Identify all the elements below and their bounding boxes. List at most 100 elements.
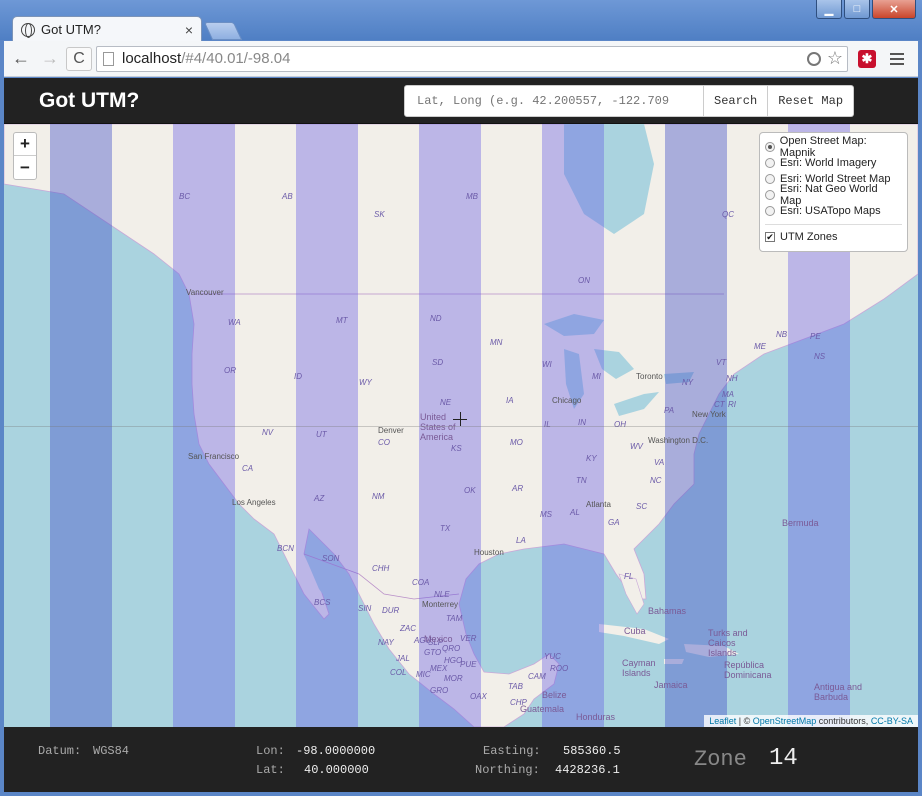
country-label: Turks and Caicos Islands bbox=[708, 628, 748, 658]
reload-button[interactable]: C bbox=[66, 46, 92, 71]
radio-icon[interactable] bbox=[765, 174, 775, 184]
attribution-separator: | © bbox=[736, 716, 753, 726]
close-window-button[interactable]: ✕ bbox=[872, 0, 916, 19]
map-label: NE bbox=[440, 398, 452, 407]
city-label: Vancouver bbox=[186, 288, 224, 297]
url-host: localhost bbox=[122, 50, 182, 67]
map-label: QC bbox=[722, 210, 734, 219]
extension-icon[interactable]: ✱ bbox=[858, 49, 876, 68]
map-label: WI bbox=[542, 360, 552, 369]
magnifier-icon[interactable] bbox=[806, 51, 821, 66]
city-label: Chicago bbox=[552, 396, 582, 405]
country-label: República Dominicana bbox=[724, 660, 772, 680]
zone-label: Zone bbox=[694, 747, 747, 772]
map-label: MS bbox=[540, 510, 552, 519]
layer-option-osm[interactable]: Open Street Map: Mapnik bbox=[765, 135, 902, 159]
overlay-label: UTM Zones bbox=[780, 231, 838, 243]
map-label: NLE bbox=[434, 590, 450, 599]
layer-divider bbox=[765, 224, 902, 225]
radio-icon[interactable] bbox=[765, 206, 775, 216]
checkbox-checked-icon[interactable]: ✔ bbox=[765, 232, 775, 242]
map-label: NB bbox=[776, 330, 788, 339]
map-label: MIC bbox=[416, 670, 431, 679]
country-label: Bahamas bbox=[648, 606, 687, 616]
map-label: NC bbox=[650, 476, 662, 485]
browser-menu-icon[interactable] bbox=[890, 52, 904, 65]
map-label: BC bbox=[179, 192, 191, 201]
map-label: OK bbox=[464, 486, 476, 495]
map-label: NV bbox=[262, 428, 274, 437]
map-label: VER bbox=[460, 634, 477, 643]
datum-label: Datum: bbox=[38, 744, 82, 758]
map-label: GTO bbox=[424, 648, 442, 657]
map-label: ME bbox=[754, 342, 766, 351]
northing-value: 4428236.1 bbox=[555, 763, 620, 777]
address-bar[interactable]: localhost /#4/40.01/-98.04 ☆ bbox=[96, 45, 848, 72]
layer-option-natgeo[interactable]: Esri: Nat Geo World Map bbox=[765, 183, 902, 207]
map-label: AL bbox=[570, 508, 580, 517]
map-label: AZ bbox=[314, 494, 325, 503]
map-label: NAY bbox=[378, 638, 394, 647]
map-label: MB bbox=[466, 192, 478, 201]
map-label: CA bbox=[242, 464, 254, 473]
map-label: GA bbox=[608, 518, 620, 527]
coordinates-footer: Datum: WGS84 Lon: -98.0000000 Lat: 40.00… bbox=[4, 727, 918, 792]
map-label: QRO bbox=[442, 644, 461, 653]
city-label: Washington D.C. bbox=[648, 436, 709, 445]
osm-link[interactable]: OpenStreetMap bbox=[753, 716, 817, 726]
minimize-button[interactable]: ▁ bbox=[816, 0, 842, 19]
map-label: RI bbox=[728, 400, 736, 409]
browser-toolbar: ← → C localhost /#4/40.01/-98.04 ☆ ✱ bbox=[4, 41, 918, 77]
map-label: TN bbox=[576, 476, 587, 485]
radio-icon[interactable] bbox=[765, 190, 775, 200]
map-label: OR bbox=[224, 366, 236, 375]
northing-label: Northing: bbox=[475, 763, 540, 777]
city-label: Denver bbox=[378, 426, 404, 435]
map-label: MO bbox=[510, 438, 523, 447]
radio-icon[interactable] bbox=[765, 158, 775, 168]
map-label: CT bbox=[714, 400, 725, 409]
map-label: NS bbox=[814, 352, 826, 361]
datum-value: WGS84 bbox=[93, 744, 130, 758]
tab-close-icon[interactable]: × bbox=[185, 22, 193, 38]
search-button[interactable]: Search bbox=[704, 85, 769, 117]
map-label: OAX bbox=[470, 692, 487, 701]
map-label: SON bbox=[322, 554, 340, 563]
page-icon bbox=[103, 51, 114, 66]
leaflet-link[interactable]: Leaflet bbox=[709, 716, 736, 726]
radio-selected-icon[interactable] bbox=[765, 142, 775, 152]
lat-label: Lat: bbox=[256, 763, 285, 777]
map-canvas[interactable]: BC AB SK MB ON QC NB PE NS WA MT ND MN O… bbox=[4, 124, 918, 727]
zoom-out-button[interactable]: − bbox=[14, 156, 36, 179]
map-label: BCN bbox=[277, 544, 294, 553]
country-label: Belize bbox=[542, 690, 567, 700]
map-label: ROO bbox=[550, 664, 569, 673]
map-label: MN bbox=[490, 338, 503, 347]
map-label: OH bbox=[614, 420, 626, 429]
bookmark-star-icon[interactable]: ☆ bbox=[827, 48, 843, 69]
map-label: JAL bbox=[396, 654, 410, 663]
map-label: TAB bbox=[508, 682, 523, 691]
reset-map-button[interactable]: Reset Map bbox=[768, 85, 855, 117]
layer-control: Open Street Map: Mapnik Esri: World Imag… bbox=[759, 132, 908, 252]
map-label: TAM bbox=[446, 614, 463, 623]
back-button[interactable]: ← bbox=[9, 47, 33, 71]
map-label: GRO bbox=[430, 686, 449, 695]
browser-tab[interactable]: Got UTM? × bbox=[12, 16, 202, 42]
brand-title[interactable]: Got UTM? bbox=[39, 89, 139, 113]
zoom-control: + − bbox=[13, 132, 37, 180]
search-input[interactable] bbox=[404, 85, 704, 117]
map-label: PA bbox=[664, 406, 675, 415]
maximize-button[interactable]: □ bbox=[844, 0, 870, 19]
map-label: SD bbox=[432, 358, 444, 367]
license-link[interactable]: CC-BY-SA bbox=[871, 716, 913, 726]
forward-button[interactable]: → bbox=[38, 47, 62, 71]
map-label: ND bbox=[430, 314, 442, 323]
tab-title: Got UTM? bbox=[41, 22, 101, 37]
map-label: MA bbox=[722, 390, 734, 399]
map-label: VA bbox=[654, 458, 665, 467]
zoom-in-button[interactable]: + bbox=[14, 133, 36, 156]
attribution-text: contributors, bbox=[816, 716, 871, 726]
map-label: WV bbox=[630, 442, 643, 451]
overlay-option-utm[interactable]: ✔ UTM Zones bbox=[765, 229, 902, 245]
